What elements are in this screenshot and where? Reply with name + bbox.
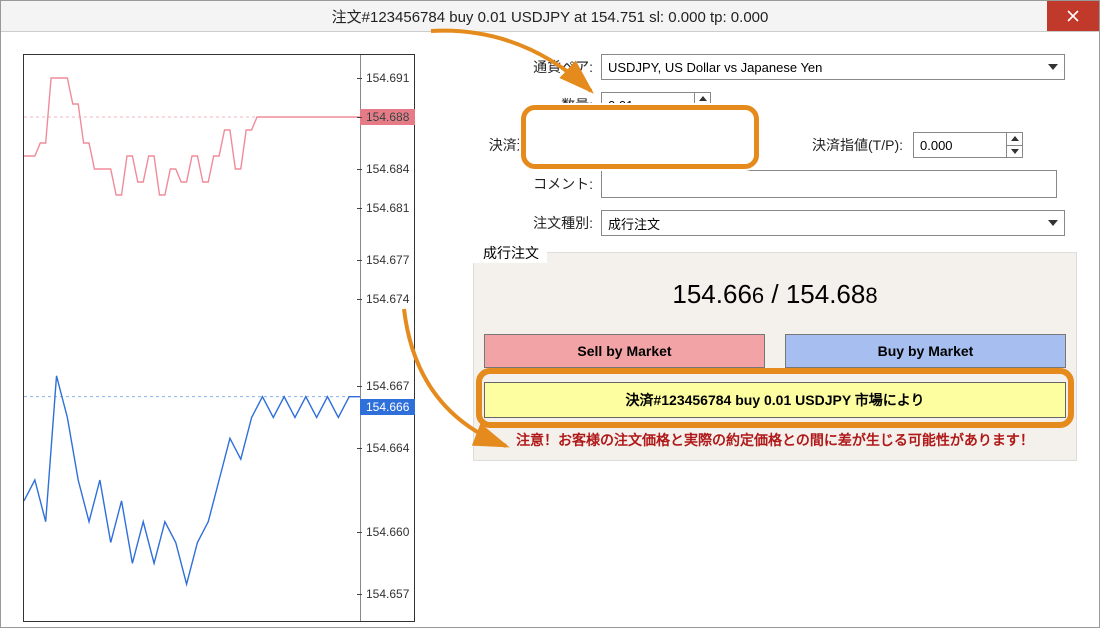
order-window: 注文#123456784 buy 0.01 USDJPY at 154.751 …	[0, 0, 1100, 628]
close-order-button[interactable]: 決済#123456784 buy 0.01 USDJPY 市場により	[484, 382, 1066, 418]
market-panel: 成行注文 154.666 / 154.688 Sell by Market Bu…	[473, 252, 1077, 461]
select-pair-value: USDJPY, US Dollar vs Japanese Yen	[608, 60, 822, 75]
volume-up[interactable]	[695, 93, 710, 106]
label-ordertype: 注文種別:	[473, 213, 601, 233]
tp-input[interactable]	[914, 138, 1006, 153]
tp-down[interactable]	[1007, 146, 1022, 158]
label-sl: 決済逆指値(S/L):	[473, 135, 593, 155]
close-icon	[1067, 10, 1079, 22]
sell-button[interactable]: Sell by Market	[484, 334, 765, 368]
select-ordertype-value: 成行注文	[608, 214, 660, 233]
titlebar: 注文#123456784 buy 0.01 USDJPY at 154.751 …	[1, 1, 1099, 32]
chevron-down-icon	[699, 109, 707, 114]
chevron-up-icon	[701, 136, 709, 141]
chevron-up-icon	[699, 96, 707, 101]
market-title: 成行注文	[469, 243, 547, 263]
chevron-down-icon	[1011, 149, 1019, 154]
sl-spinner[interactable]	[603, 132, 713, 158]
tp-spinner[interactable]	[913, 132, 1023, 158]
comment-input[interactable]	[601, 170, 1057, 198]
bid-line	[24, 345, 360, 615]
select-pair[interactable]: USDJPY, US Dollar vs Japanese Yen	[601, 54, 1065, 80]
bid-price-tag: 154.666	[360, 399, 415, 415]
close-button[interactable]	[1047, 1, 1099, 31]
chevron-up-icon	[1011, 136, 1019, 141]
volume-down[interactable]	[695, 106, 710, 118]
price-line: 154.666 / 154.688	[484, 279, 1066, 310]
volume-spinner[interactable]	[601, 92, 711, 118]
ask-line	[24, 55, 360, 325]
sl-down[interactable]	[697, 146, 712, 158]
label-volume: 数量:	[473, 95, 601, 115]
label-tp: 決済指値(T/P):	[763, 135, 903, 155]
volume-input[interactable]	[602, 98, 694, 113]
tp-up[interactable]	[1007, 133, 1022, 146]
sl-up[interactable]	[697, 133, 712, 146]
tick-chart: 154.688 154.666 154.691154.688154.684154…	[23, 54, 415, 622]
buy-button[interactable]: Buy by Market	[785, 334, 1066, 368]
chevron-down-icon	[701, 149, 709, 154]
warning-text: 注意！お客様の注文価格と実際の約定価格との間に差が生じる可能性があります！	[484, 430, 1066, 450]
label-comment: コメント:	[473, 174, 601, 194]
select-ordertype[interactable]: 成行注文	[601, 210, 1065, 236]
sl-input[interactable]	[604, 138, 696, 153]
label-pair: 通貨ペア:	[473, 57, 601, 77]
window-title: 注文#123456784 buy 0.01 USDJPY at 154.751 …	[332, 6, 769, 27]
